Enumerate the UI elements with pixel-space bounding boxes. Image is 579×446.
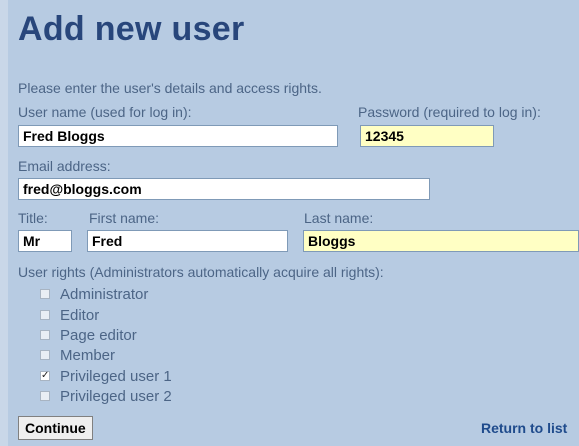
checkbox-member[interactable] — [40, 350, 50, 360]
title-label: Title: — [18, 210, 48, 226]
right-label: Editor — [60, 306, 100, 324]
checkbox-page-editor[interactable] — [40, 330, 50, 340]
email-input[interactable] — [18, 178, 430, 200]
left-edge — [0, 0, 8, 446]
right-member[interactable]: Member — [40, 345, 115, 365]
page-title: Add new user — [18, 10, 245, 48]
username-label: User name (used for log in): — [18, 104, 192, 120]
password-label: Password (required to log in): — [358, 104, 541, 120]
right-label: Administrator — [60, 285, 149, 303]
right-administrator[interactable]: Administrator — [40, 284, 148, 304]
checkbox-editor[interactable] — [40, 310, 50, 320]
checkbox-privileged-user-1[interactable]: ✓ — [40, 371, 50, 381]
checkbox-privileged-user-2[interactable] — [40, 391, 50, 401]
right-privileged-user-1[interactable]: ✓ Privileged user 1 — [40, 366, 172, 386]
right-privileged-user-2[interactable]: Privileged user 2 — [40, 386, 172, 406]
right-label: Privileged user 2 — [60, 387, 172, 405]
first-name-label: First name: — [89, 210, 160, 226]
right-label: Page editor — [60, 326, 137, 344]
password-input[interactable] — [360, 125, 494, 147]
last-name-input[interactable] — [303, 230, 579, 252]
username-input[interactable] — [18, 125, 338, 147]
return-to-list-link[interactable]: Return to list — [481, 420, 567, 436]
continue-button[interactable]: Continue — [18, 416, 93, 440]
email-label: Email address: — [18, 158, 111, 174]
last-name-label: Last name: — [304, 210, 374, 226]
title-input[interactable] — [18, 230, 72, 252]
right-label: Privileged user 1 — [60, 367, 172, 385]
right-page-editor[interactable]: Page editor — [40, 325, 137, 345]
checkbox-administrator[interactable] — [40, 289, 50, 299]
intro-text: Please enter the user's details and acce… — [18, 80, 322, 96]
right-label: Member — [60, 346, 116, 364]
rights-label: User rights (Administrators automaticall… — [18, 264, 384, 280]
right-editor[interactable]: Editor — [40, 305, 99, 325]
first-name-input[interactable] — [87, 230, 288, 252]
